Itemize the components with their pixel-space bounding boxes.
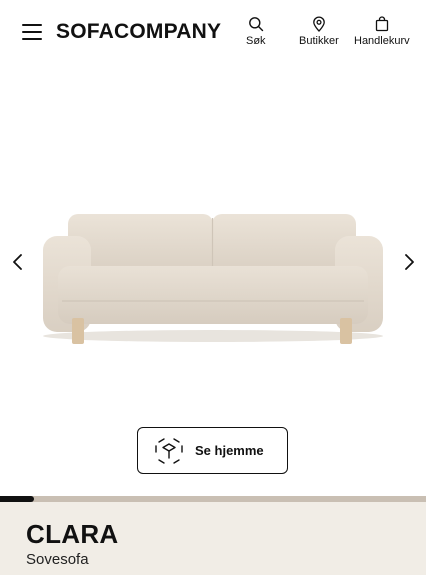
ar-cube-icon (155, 438, 183, 464)
stores-label: Butikker (299, 35, 339, 47)
chevron-right-icon[interactable] (399, 250, 419, 274)
view-in-room-label: Se hjemme (195, 443, 264, 458)
cart-label: Handlekurv (354, 35, 410, 47)
product-name: CLARA (26, 519, 119, 549)
product-type: Sovesofa (26, 551, 89, 568)
product-info-panel: CLARA Sovesofa (0, 502, 426, 575)
site-header: SOFACOMPANY Søk Butikker Handlekurv (0, 0, 426, 64)
product-image-sofa (43, 214, 383, 344)
search-icon (248, 17, 263, 32)
site-logo[interactable]: SOFACOMPANY (56, 20, 221, 44)
location-pin-icon (313, 16, 325, 32)
menu-icon[interactable] (22, 22, 42, 42)
search-label: Søk (246, 35, 266, 47)
shopping-bag-icon (375, 16, 388, 32)
cart-button[interactable]: Handlekurv (354, 16, 410, 47)
view-in-room-button[interactable]: Se hjemme (137, 427, 288, 474)
chevron-left-icon[interactable] (8, 250, 28, 274)
search-button[interactable]: Søk (246, 16, 266, 47)
stores-button[interactable]: Butikker (299, 16, 339, 47)
